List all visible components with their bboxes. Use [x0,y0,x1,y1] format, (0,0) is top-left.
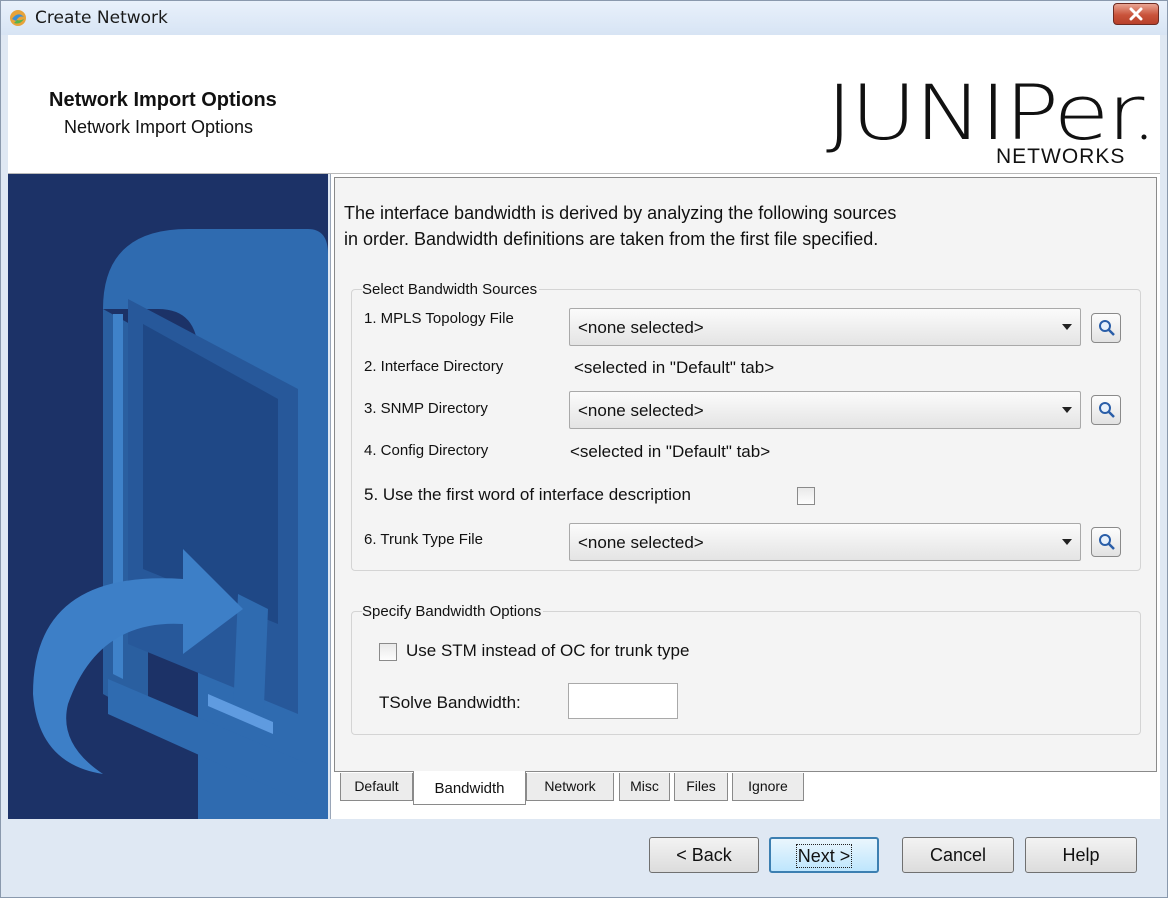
cancel-button[interactable]: Cancel [902,837,1014,873]
cancel-button-label: Cancel [929,845,987,865]
app-icon [9,9,27,27]
snmp-browse-button[interactable] [1091,395,1121,425]
tab-ignore[interactable]: Ignore [732,773,804,801]
close-button[interactable] [1113,3,1159,25]
first-word-label: 5. Use the first word of interface descr… [364,485,691,504]
magnifier-icon [1099,402,1115,418]
trunk-browse-button[interactable] [1091,527,1121,557]
first-word-checkbox[interactable] [797,487,815,505]
mpls-topology-label: 1. MPLS Topology File [364,310,514,327]
sources-legend: Select Bandwidth Sources [362,281,540,298]
page-subtitle: Network Import Options [64,117,254,137]
next-button[interactable]: Next > [769,837,879,873]
mpls-topology-select[interactable]: <none selected> [569,308,1081,346]
trunk-type-select[interactable]: <none selected> [569,523,1081,561]
help-button[interactable]: Help [1025,837,1137,873]
options-legend: Specify Bandwidth Options [362,603,544,620]
close-icon [1129,7,1143,21]
config-directory-value: <selected in "Default" tab> [570,442,771,461]
wizard-banner-image [8,174,328,819]
chevron-down-icon [1062,407,1072,413]
create-network-window: Create Network Network Import Options Ne… [0,0,1168,898]
back-button[interactable]: < Back [649,837,759,873]
help-button-label: Help [1062,845,1100,865]
magnifier-icon [1099,534,1115,550]
stm-checkbox[interactable] [379,643,397,661]
back-button-label: < Back [676,845,732,865]
bandwidth-tab-page: The interface bandwidth is derived by an… [334,177,1157,772]
config-directory-label: 4. Config Directory [364,442,489,459]
magnifier-icon [1099,320,1115,336]
juniper-logo: JUNIPer NETWORKS [826,77,1147,167]
title-bar[interactable]: Create Network [1,1,1167,35]
tab-bandwidth[interactable]: Bandwidth [413,771,526,805]
tab-network[interactable]: Network [526,773,614,801]
svg-text:NETWORKS: NETWORKS [996,145,1125,167]
trunk-type-label: 6. Trunk Type File [364,531,483,548]
tsolve-bandwidth-input[interactable] [568,683,678,719]
tab-files[interactable]: Files [674,773,728,801]
window-title: Create Network [35,8,168,28]
intro-line-1: The interface bandwidth is derived by an… [344,203,897,223]
snmp-directory-select[interactable]: <none selected> [569,391,1081,429]
interface-directory-label: 2. Interface Directory [364,358,504,375]
intro-line-2: in order. Bandwidth definitions are take… [344,229,879,249]
chevron-down-icon [1062,539,1072,545]
mpls-browse-button[interactable] [1091,313,1121,343]
tab-misc[interactable]: Misc [619,773,670,801]
page-title: Network Import Options [49,89,277,111]
trunk-type-value: <none selected> [578,533,704,552]
interface-directory-value: <selected in "Default" tab> [574,358,775,377]
wizard-header: Network Import Options Network Import Op… [8,35,1160,174]
tsolve-bandwidth-label: TSolve Bandwidth: [379,693,521,712]
mpls-topology-value: <none selected> [578,318,704,337]
snmp-directory-label: 3. SNMP Directory [364,400,488,417]
stm-label: Use STM instead of OC for trunk type [406,641,690,660]
snmp-directory-value: <none selected> [578,401,704,420]
tab-default[interactable]: Default [340,773,413,801]
next-button-label: Next > [795,844,853,868]
content-panel: The interface bandwidth is derived by an… [330,174,1160,819]
chevron-down-icon [1062,324,1072,330]
intro-text: The interface bandwidth is derived by an… [344,200,1144,252]
bandwidth-sources-group: Select Bandwidth Sources 1. MPLS Topolog… [351,281,1141,571]
bandwidth-options-group: Specify Bandwidth Options Use STM instea… [351,603,1141,735]
